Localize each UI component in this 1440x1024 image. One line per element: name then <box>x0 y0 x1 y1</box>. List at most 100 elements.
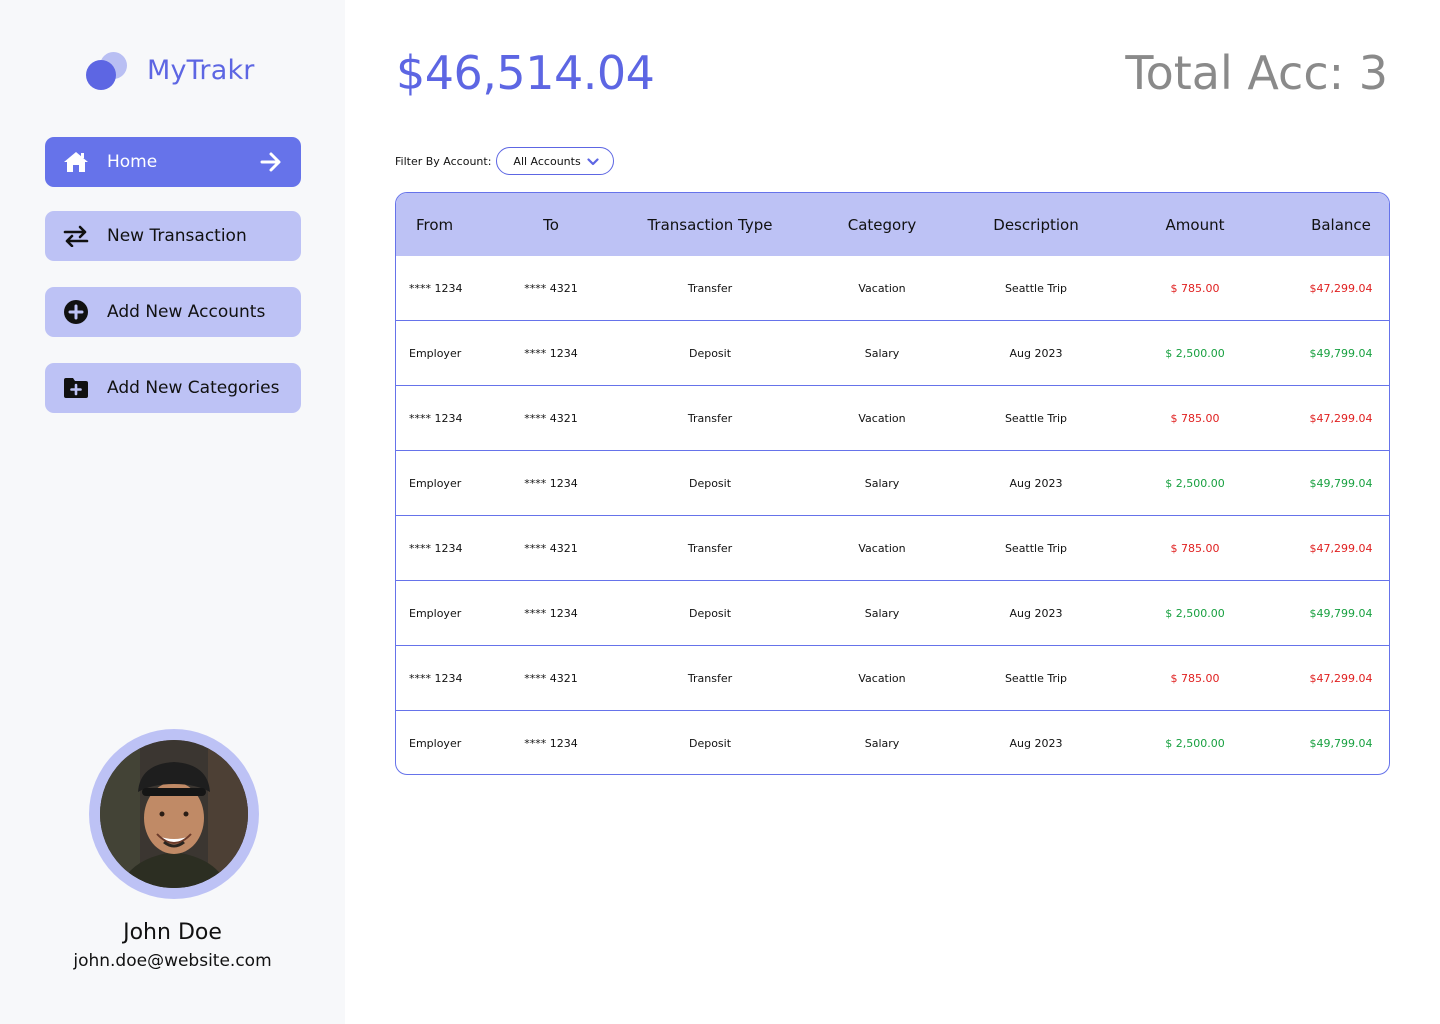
cell-type: Deposit <box>688 477 732 490</box>
cell-from: **** 1234 <box>409 542 463 555</box>
home-icon <box>63 149 89 175</box>
cell-amount: $ 785.00 <box>1170 412 1220 425</box>
sidebar-item-add-accounts[interactable]: Add New Accounts <box>45 287 301 337</box>
cell-to: **** 4321 <box>524 412 578 425</box>
cell-category: Salary <box>864 607 900 620</box>
plus-circle-icon <box>63 299 89 325</box>
cell-balance: $47,299.04 <box>1309 282 1373 295</box>
cell-type: Transfer <box>687 542 733 555</box>
cell-category: Salary <box>864 347 900 360</box>
cell-description: Seattle Trip <box>1004 542 1068 555</box>
cell-amount: $ 2,500.00 <box>1165 607 1225 620</box>
cell-to: **** 4321 <box>524 672 578 685</box>
cell-from: **** 1234 <box>409 282 463 295</box>
cell-description: Seattle Trip <box>1004 282 1068 295</box>
cell-balance: $49,799.04 <box>1309 347 1373 360</box>
app-name: MyTrakr <box>147 54 255 86</box>
cell-category: Salary <box>864 477 900 490</box>
table-row[interactable]: Employer **** 1234 Deposit Salary Aug 2023 $ … <box>396 711 1389 774</box>
cell-type: Deposit <box>688 607 732 620</box>
cell-type: Deposit <box>688 737 732 750</box>
table-header: From To Transaction Type Category Descri… <box>396 193 1389 256</box>
avatar[interactable] <box>100 740 248 888</box>
cell-to: **** 4321 <box>524 282 578 295</box>
cell-description: Aug 2023 <box>1009 737 1063 750</box>
cell-balance: $47,299.04 <box>1309 412 1373 425</box>
filter-label: Filter By Account: <box>395 154 492 168</box>
cell-amount: $ 785.00 <box>1170 672 1220 685</box>
column-header-description[interactable]: Description <box>976 193 1096 256</box>
sidebar-item-home[interactable]: Home <box>45 137 301 187</box>
column-header-to[interactable]: To <box>516 193 586 256</box>
total-accounts: Total Acc: 3 <box>1125 46 1388 100</box>
user-name: John Doe <box>123 920 222 945</box>
cell-from: Employer <box>409 737 462 750</box>
cell-to: **** 1234 <box>524 737 578 750</box>
swap-arrows-icon <box>63 223 89 249</box>
table-body: **** 1234 **** 4321 Transfer Vacation Seattl… <box>396 256 1389 774</box>
cell-to: **** 4321 <box>524 542 578 555</box>
cell-type: Transfer <box>687 412 733 425</box>
table-row[interactable]: Employer **** 1234 Deposit Salary Aug 2023 $ … <box>396 581 1389 646</box>
cell-amount: $ 2,500.00 <box>1165 477 1225 490</box>
cell-category: Vacation <box>858 672 906 685</box>
table-row[interactable]: **** 1234 **** 4321 Transfer Vacation Seattl… <box>396 646 1389 711</box>
column-header-from[interactable]: From <box>416 193 453 256</box>
cell-balance: $47,299.04 <box>1309 542 1373 555</box>
sidebar-item-new-transaction[interactable]: New Transaction <box>45 211 301 261</box>
cell-balance: $49,799.04 <box>1309 737 1373 750</box>
column-header-type[interactable]: Transaction Type <box>630 193 790 256</box>
account-filter: Filter By Account: All Accounts <box>395 147 615 175</box>
sidebar-item-label: Add New Categories <box>107 378 280 398</box>
cell-description: Aug 2023 <box>1009 607 1063 620</box>
folder-plus-icon <box>63 375 89 401</box>
logo-mark-icon <box>86 50 130 90</box>
cell-category: Vacation <box>858 542 906 555</box>
table-row[interactable]: **** 1234 **** 4321 Transfer Vacation Seattl… <box>396 386 1389 451</box>
cell-from: **** 1234 <box>409 672 463 685</box>
table-row[interactable]: Employer **** 1234 Deposit Salary Aug 2023 $ … <box>396 321 1389 386</box>
cell-to: **** 1234 <box>524 607 578 620</box>
column-header-category[interactable]: Category <box>822 193 942 256</box>
cell-amount: $ 2,500.00 <box>1165 347 1225 360</box>
cell-to: **** 1234 <box>524 477 578 490</box>
cell-from: **** 1234 <box>409 412 463 425</box>
cell-balance: $49,799.04 <box>1309 607 1373 620</box>
cell-balance: $49,799.04 <box>1309 477 1373 490</box>
cell-type: Deposit <box>688 347 732 360</box>
cell-description: Seattle Trip <box>1004 672 1068 685</box>
column-header-balance[interactable]: Balance <box>1296 193 1386 256</box>
cell-category: Vacation <box>858 412 906 425</box>
cell-balance: $47,299.04 <box>1309 672 1373 685</box>
cell-category: Vacation <box>858 282 906 295</box>
cell-amount: $ 2,500.00 <box>1165 737 1225 750</box>
chevron-down-icon <box>587 158 600 166</box>
total-balance: $46,514.04 <box>396 46 655 100</box>
cell-category: Salary <box>864 737 900 750</box>
cell-from: Employer <box>409 477 462 490</box>
column-header-amount[interactable]: Amount <box>1145 193 1245 256</box>
cell-type: Transfer <box>687 672 733 685</box>
cell-amount: $ 785.00 <box>1170 542 1220 555</box>
cell-description: Seattle Trip <box>1004 412 1068 425</box>
sidebar: MyTrakr Home New Transaction Add New Acc… <box>0 0 345 1024</box>
filter-selected-value: All Accounts <box>513 154 581 168</box>
table-row[interactable]: **** 1234 **** 4321 Transfer Vacation Seattl… <box>396 516 1389 581</box>
app-logo[interactable]: MyTrakr <box>86 48 255 92</box>
sidebar-item-add-categories[interactable]: Add New Categories <box>45 363 301 413</box>
account-filter-select[interactable]: All Accounts <box>496 147 615 175</box>
cell-from: Employer <box>409 607 462 620</box>
cell-to: **** 1234 <box>524 347 578 360</box>
sidebar-item-label: New Transaction <box>107 226 247 246</box>
table-row[interactable]: **** 1234 **** 4321 Transfer Vacation Seattl… <box>396 256 1389 321</box>
cell-amount: $ 785.00 <box>1170 282 1220 295</box>
cell-from: Employer <box>409 347 462 360</box>
sidebar-item-label: Home <box>107 152 158 172</box>
sidebar-item-label: Add New Accounts <box>107 302 266 322</box>
cell-type: Transfer <box>687 282 733 295</box>
profile-avatar-ring <box>89 729 259 899</box>
arrow-right-icon <box>260 152 281 172</box>
table-row[interactable]: Employer **** 1234 Deposit Salary Aug 2023 $ … <box>396 451 1389 516</box>
cell-description: Aug 2023 <box>1009 347 1063 360</box>
cell-description: Aug 2023 <box>1009 477 1063 490</box>
